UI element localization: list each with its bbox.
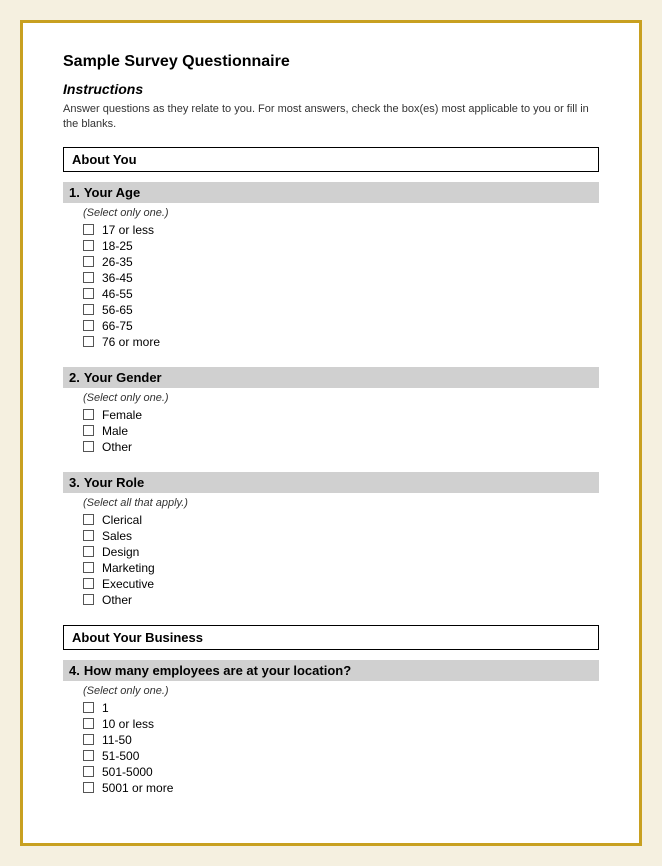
question-block-0-1: 2. Your Gender (Select only one.) Female Mal… (63, 367, 599, 454)
checkbox-label-0-0-4[interactable]: 46-55 (102, 287, 133, 301)
checkbox-label-0-2-0[interactable]: Clerical (102, 513, 142, 527)
checkbox-item-0-1-1[interactable]: Male (83, 424, 599, 438)
checkbox-label-0-1-2[interactable]: Other (102, 440, 132, 454)
checkbox-label-0-2-5[interactable]: Other (102, 593, 132, 607)
checkbox-label-0-0-5[interactable]: 56-65 (102, 303, 133, 317)
checkbox-0-2-1[interactable] (83, 530, 94, 541)
select-note-0-1: (Select only one.) (83, 392, 599, 404)
section-header-about-you: About You (63, 147, 599, 172)
checkbox-label-0-0-6[interactable]: 66-75 (102, 319, 133, 333)
checkbox-1-0-3[interactable] (83, 750, 94, 761)
checkbox-item-0-1-0[interactable]: Female (83, 408, 599, 422)
sections-container: About You 1. Your Age (Select only one.) 17 … (63, 147, 599, 795)
checkbox-item-0-0-5[interactable]: 56-65 (83, 303, 599, 317)
checkbox-item-0-1-2[interactable]: Other (83, 440, 599, 454)
instructions-text: Answer questions as they relate to you. … (63, 102, 599, 133)
checkbox-0-0-5[interactable] (83, 304, 94, 315)
question-block-0-0: 1. Your Age (Select only one.) 17 or less 18… (63, 182, 599, 349)
checkbox-1-0-4[interactable] (83, 766, 94, 777)
checkbox-label-1-0-0[interactable]: 1 (102, 701, 109, 715)
question-number-0-2: 3. (69, 475, 80, 490)
question-block-1-0: 4. How many employees are at your locatio… (63, 660, 599, 795)
checkbox-item-1-0-5[interactable]: 5001 or more (83, 781, 599, 795)
checkbox-label-1-0-3[interactable]: 51-500 (102, 749, 139, 763)
checkbox-1-0-5[interactable] (83, 782, 94, 793)
section-about-your-business: About Your Business 4. How many employees … (63, 625, 599, 795)
checkbox-0-2-3[interactable] (83, 562, 94, 573)
checkbox-item-0-2-3[interactable]: Marketing (83, 561, 599, 575)
checkbox-label-0-2-3[interactable]: Marketing (102, 561, 155, 575)
question-number-0-0: 1. (69, 185, 80, 200)
question-number-1-0: 4. (69, 663, 80, 678)
section-header-about-your-business: About Your Business (63, 625, 599, 650)
checkbox-label-1-0-2[interactable]: 11-50 (102, 733, 132, 747)
select-note-0-2: (Select all that apply.) (83, 497, 599, 509)
checkbox-0-2-5[interactable] (83, 594, 94, 605)
checkbox-item-1-0-1[interactable]: 10 or less (83, 717, 599, 731)
checkbox-item-1-0-2[interactable]: 11-50 (83, 733, 599, 747)
checkbox-0-0-1[interactable] (83, 240, 94, 251)
checkbox-1-0-2[interactable] (83, 734, 94, 745)
checkbox-label-0-2-4[interactable]: Executive (102, 577, 154, 591)
page-title: Sample Survey Questionnaire (63, 53, 599, 71)
checkbox-label-0-0-2[interactable]: 26-35 (102, 255, 133, 269)
checkbox-label-1-0-5[interactable]: 5001 or more (102, 781, 173, 795)
checkbox-label-1-0-1[interactable]: 10 or less (102, 717, 154, 731)
checkbox-item-0-0-0[interactable]: 17 or less (83, 223, 599, 237)
checkbox-label-0-2-1[interactable]: Sales (102, 529, 132, 543)
checkbox-label-0-1-0[interactable]: Female (102, 408, 142, 422)
select-note-1-0: (Select only one.) (83, 685, 599, 697)
select-note-0-0: (Select only one.) (83, 207, 599, 219)
question-title-row-1-0: 4. How many employees are at your locatio… (63, 660, 599, 681)
checkbox-1-0-0[interactable] (83, 702, 94, 713)
checkbox-0-2-2[interactable] (83, 546, 94, 557)
question-title-row-0-1: 2. Your Gender (63, 367, 599, 388)
checkbox-item-0-2-4[interactable]: Executive (83, 577, 599, 591)
checkbox-label-0-0-7[interactable]: 76 or more (102, 335, 160, 349)
question-block-0-2: 3. Your Role (Select all that apply.) Cleri… (63, 472, 599, 607)
checkbox-0-0-4[interactable] (83, 288, 94, 299)
checkbox-0-0-7[interactable] (83, 336, 94, 347)
checkbox-0-1-1[interactable] (83, 425, 94, 436)
checkbox-item-0-0-7[interactable]: 76 or more (83, 335, 599, 349)
checkbox-label-0-0-0[interactable]: 17 or less (102, 223, 154, 237)
question-label-0-1: Your Gender (84, 370, 162, 385)
checkbox-0-0-2[interactable] (83, 256, 94, 267)
checkbox-item-0-0-1[interactable]: 18-25 (83, 239, 599, 253)
question-label-1-0: How many employees are at your location? (84, 663, 351, 678)
checkbox-0-1-0[interactable] (83, 409, 94, 420)
question-number-0-1: 2. (69, 370, 80, 385)
checkbox-0-2-4[interactable] (83, 578, 94, 589)
checkbox-item-0-2-0[interactable]: Clerical (83, 513, 599, 527)
checkbox-item-0-2-2[interactable]: Design (83, 545, 599, 559)
checkbox-0-0-6[interactable] (83, 320, 94, 331)
checkbox-label-1-0-4[interactable]: 501-5000 (102, 765, 153, 779)
checkbox-0-2-0[interactable] (83, 514, 94, 525)
question-label-0-0: Your Age (84, 185, 140, 200)
question-title-row-0-2: 3. Your Role (63, 472, 599, 493)
checkbox-item-0-0-3[interactable]: 36-45 (83, 271, 599, 285)
checkbox-label-0-2-2[interactable]: Design (102, 545, 139, 559)
checkbox-1-0-1[interactable] (83, 718, 94, 729)
instructions-title: Instructions (63, 81, 599, 97)
checkbox-0-1-2[interactable] (83, 441, 94, 452)
question-label-0-2: Your Role (84, 475, 144, 490)
checkbox-item-0-2-5[interactable]: Other (83, 593, 599, 607)
question-title-row-0-0: 1. Your Age (63, 182, 599, 203)
checkbox-item-0-2-1[interactable]: Sales (83, 529, 599, 543)
checkbox-item-0-0-6[interactable]: 66-75 (83, 319, 599, 333)
checkbox-label-0-0-1[interactable]: 18-25 (102, 239, 133, 253)
checkbox-item-0-0-2[interactable]: 26-35 (83, 255, 599, 269)
checkbox-0-0-0[interactable] (83, 224, 94, 235)
checkbox-0-0-3[interactable] (83, 272, 94, 283)
checkbox-item-1-0-3[interactable]: 51-500 (83, 749, 599, 763)
section-about-you: About You 1. Your Age (Select only one.) 17 … (63, 147, 599, 607)
page-container: Sample Survey Questionnaire Instructions… (20, 20, 642, 846)
checkbox-item-1-0-4[interactable]: 501-5000 (83, 765, 599, 779)
checkbox-item-1-0-0[interactable]: 1 (83, 701, 599, 715)
checkbox-item-0-0-4[interactable]: 46-55 (83, 287, 599, 301)
checkbox-label-0-1-1[interactable]: Male (102, 424, 128, 438)
checkbox-label-0-0-3[interactable]: 36-45 (102, 271, 133, 285)
